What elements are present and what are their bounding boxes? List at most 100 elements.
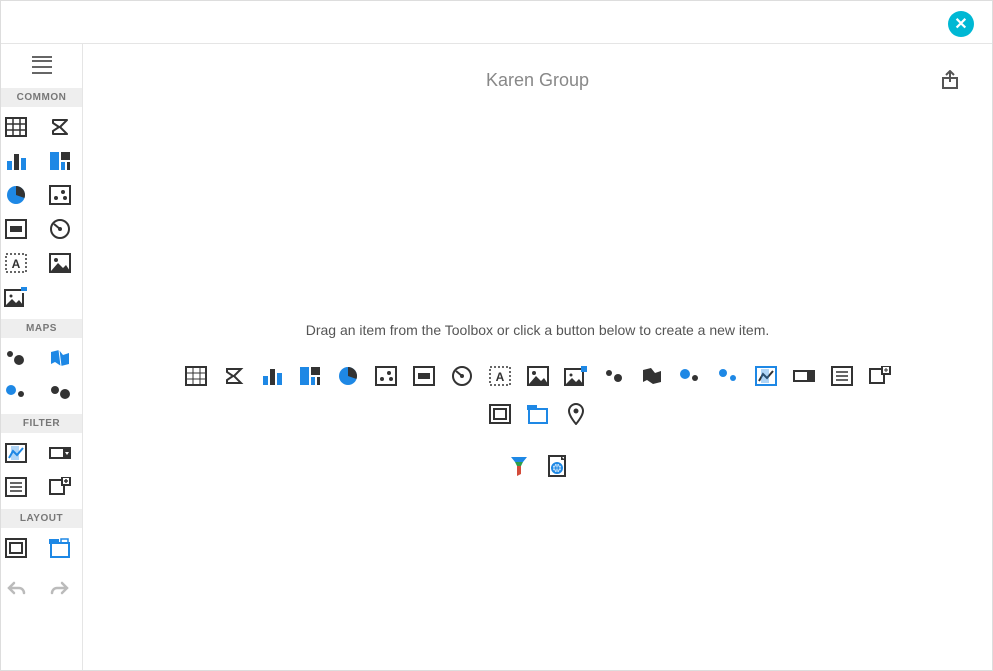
tool-tree-filter[interactable] xyxy=(46,475,74,499)
palette-textbox[interactable]: A xyxy=(488,364,512,388)
palette-geo-dots-light[interactable] xyxy=(716,364,740,388)
grid-icon xyxy=(5,117,27,137)
tab-container-icon xyxy=(48,538,72,558)
group-icon xyxy=(5,538,27,558)
geo-dots-blue-icon xyxy=(5,382,27,402)
palette-funnel[interactable] xyxy=(507,454,531,478)
item-palette: A xyxy=(83,364,992,478)
undo-button[interactable] xyxy=(2,576,30,600)
textbox-icon: A xyxy=(5,253,27,273)
range-filter-icon xyxy=(5,443,27,463)
section-maps: MAPS xyxy=(1,319,82,338)
tool-textbox[interactable]: A xyxy=(2,251,30,275)
palette-range-filter[interactable] xyxy=(754,364,778,388)
share-icon xyxy=(940,70,960,90)
range-filter-icon xyxy=(755,366,777,386)
tool-card[interactable] xyxy=(2,217,30,241)
palette-bound-image[interactable] xyxy=(564,364,588,388)
palette-pin[interactable] xyxy=(564,402,588,426)
svg-text:A: A xyxy=(11,257,20,271)
history-tools xyxy=(2,570,82,610)
section-layout: LAYOUT xyxy=(1,509,82,528)
tool-scatter[interactable] xyxy=(46,183,74,207)
palette-gauge[interactable] xyxy=(450,364,474,388)
tool-treemap[interactable] xyxy=(46,149,74,173)
page-title: Karen Group xyxy=(83,70,992,91)
image-icon xyxy=(527,366,549,386)
group-icon xyxy=(489,404,511,424)
tool-range-filter[interactable] xyxy=(2,441,30,465)
empty-instruction: Drag an item from the Toolbox or click a… xyxy=(83,322,992,338)
palette-list-filter[interactable] xyxy=(830,364,854,388)
geo-dots-light-icon xyxy=(717,366,739,386)
palette-geo-region[interactable] xyxy=(640,364,664,388)
tool-bound-image[interactable] xyxy=(2,285,30,309)
web-page-icon xyxy=(547,455,567,477)
tool-tab-container[interactable] xyxy=(46,536,74,560)
filter-tools xyxy=(2,433,82,509)
palette-card[interactable] xyxy=(412,364,436,388)
sidebar: COMMON A MAPS FILTER xyxy=(1,44,83,670)
tool-gauge[interactable] xyxy=(46,217,74,241)
tree-filter-icon xyxy=(869,366,891,386)
sigma-icon xyxy=(50,117,70,137)
main-area: COMMON A MAPS FILTER xyxy=(1,44,992,670)
palette-treemap[interactable] xyxy=(298,364,322,388)
palette-sigma[interactable] xyxy=(222,364,246,388)
redo-button[interactable] xyxy=(46,576,74,600)
treemap-icon xyxy=(299,366,321,386)
bar-chart-icon xyxy=(5,151,27,171)
tool-geo-dots-dark[interactable] xyxy=(46,380,74,404)
maps-tools xyxy=(2,338,82,414)
palette-tree-filter[interactable] xyxy=(868,364,892,388)
funnel-icon xyxy=(509,455,529,477)
pie-chart-icon xyxy=(337,365,359,387)
combo-filter-icon xyxy=(793,368,815,384)
tool-combo-filter[interactable] xyxy=(46,441,74,465)
tool-sigma[interactable] xyxy=(46,115,74,139)
sigma-icon xyxy=(224,366,244,386)
gauge-icon xyxy=(49,218,71,240)
treemap-icon xyxy=(49,151,71,171)
share-button[interactable] xyxy=(940,70,962,92)
palette-pie[interactable] xyxy=(336,364,360,388)
palette-tab-container[interactable] xyxy=(526,402,550,426)
palette-combo-filter[interactable] xyxy=(792,364,816,388)
palette-geo-dots-blue[interactable] xyxy=(678,364,702,388)
menu-button[interactable] xyxy=(1,44,83,88)
palette-group[interactable] xyxy=(488,402,512,426)
layout-tools xyxy=(2,528,82,570)
tool-geo-region[interactable] xyxy=(46,346,74,370)
palette-image[interactable] xyxy=(526,364,550,388)
geo-region-icon xyxy=(641,366,663,386)
geo-dots-dark-icon xyxy=(49,382,71,402)
tool-group[interactable] xyxy=(2,536,30,560)
card-icon xyxy=(5,219,27,239)
svg-text:A: A xyxy=(495,370,504,384)
list-filter-icon xyxy=(831,366,853,386)
tool-geo-dots-blue[interactable] xyxy=(2,380,30,404)
combo-filter-icon xyxy=(49,445,71,461)
section-filter: FILTER xyxy=(1,414,82,433)
tree-filter-icon xyxy=(49,477,71,497)
undo-icon xyxy=(6,580,26,596)
canvas-area: Karen Group Drag an item from the Toolbo… xyxy=(83,44,992,670)
tool-list-filter[interactable] xyxy=(2,475,30,499)
bound-image-icon xyxy=(564,366,588,386)
scatter-icon xyxy=(49,185,71,205)
palette-web-page[interactable] xyxy=(545,454,569,478)
palette-geo-dots-dark[interactable] xyxy=(602,364,626,388)
redo-icon xyxy=(50,580,70,596)
list-filter-icon xyxy=(5,477,27,497)
tool-bar-chart[interactable] xyxy=(2,149,30,173)
palette-grid[interactable] xyxy=(184,364,208,388)
scatter-icon xyxy=(375,366,397,386)
palette-scatter[interactable] xyxy=(374,364,398,388)
tool-image[interactable] xyxy=(46,251,74,275)
close-button[interactable]: ✕ xyxy=(948,11,974,37)
tool-pie[interactable] xyxy=(2,183,30,207)
tool-geo-dots-light[interactable] xyxy=(2,346,30,370)
app-frame: ✕ COMMON A xyxy=(0,0,993,671)
tool-grid[interactable] xyxy=(2,115,30,139)
palette-bar-chart[interactable] xyxy=(260,364,284,388)
